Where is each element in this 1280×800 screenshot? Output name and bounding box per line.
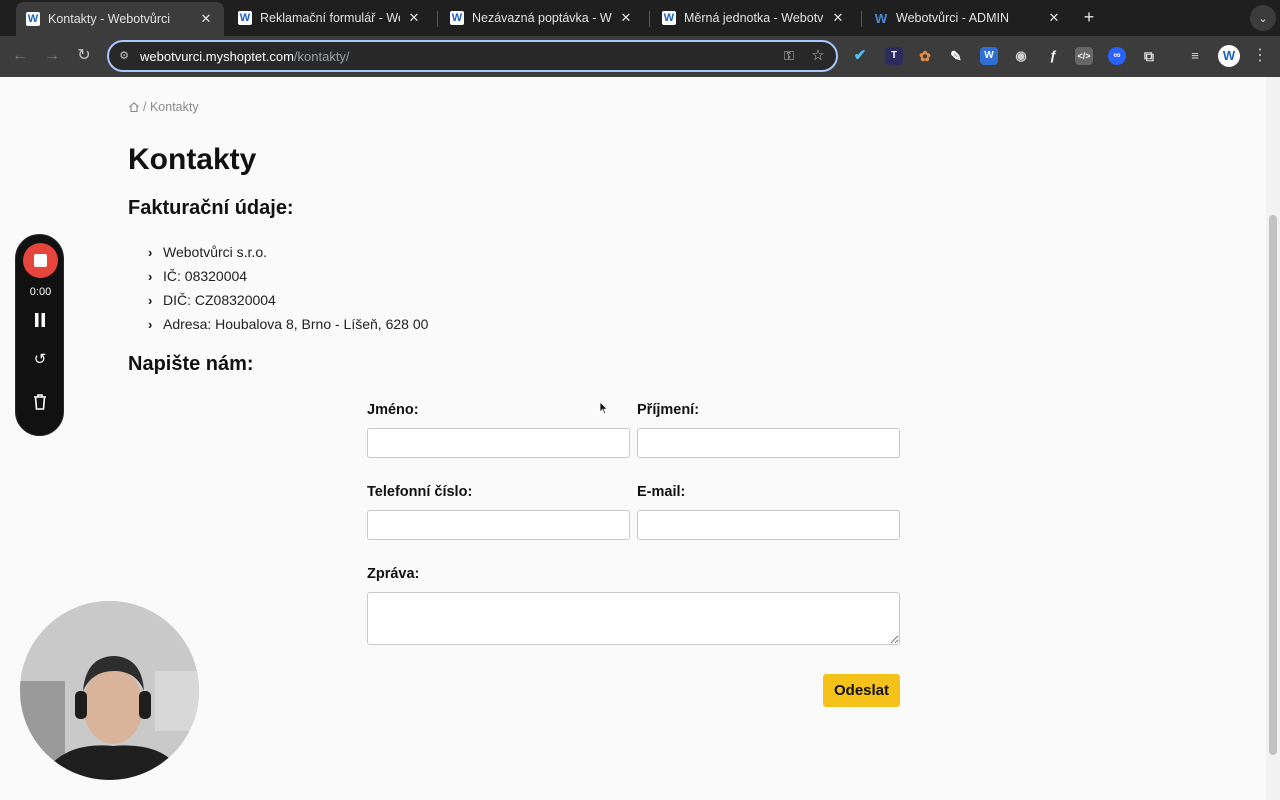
tab-nezavazna-poptavka[interactable]: W Nezávazná poptávka - Webotvůrci ✕ <box>440 4 644 32</box>
webotvurci-favicon-icon: W <box>450 11 464 25</box>
message-label: Zpráva: <box>367 566 420 582</box>
reload-icon[interactable]: ↻ <box>74 46 94 66</box>
breadcrumb-separator: / <box>143 100 150 114</box>
tab-title: Webotvůrci - ADMIN <box>896 11 1009 25</box>
first-name-label: Jméno: <box>367 402 419 418</box>
tab-title: Nezávazná poptávka - Webotvůrci <box>472 11 612 25</box>
close-tab-icon[interactable]: ✕ <box>618 10 634 26</box>
breadcrumb-current: Kontakty <box>149 100 199 114</box>
page-scrollbar[interactable] <box>1266 77 1280 800</box>
camera-extension-icon[interactable]: ◉ <box>1012 47 1030 65</box>
address-bar[interactable]: ⚙ webotvurci.myshoptet.com/kontakty/ ⚿ ☆ <box>107 40 838 72</box>
check-extension-icon[interactable]: ✔ <box>851 47 869 65</box>
pause-icon[interactable] <box>30 310 50 330</box>
forward-arrow-icon[interactable]: → <box>42 46 62 66</box>
back-arrow-icon[interactable]: ← <box>10 46 30 66</box>
restart-icon[interactable]: ↺ <box>30 350 50 370</box>
trash-icon[interactable] <box>30 392 50 412</box>
webotvurci-favicon-icon: W <box>238 11 252 25</box>
vpn-extension-icon[interactable]: ∞ <box>1108 47 1126 65</box>
tab-admin[interactable]: W Webotvůrci - ADMIN ✕ <box>864 4 1072 32</box>
tab-title: Kontakty - Webotvůrci <box>48 12 171 26</box>
list-item: › DIČ: CZ08320004 <box>148 292 276 308</box>
webotvurci-favicon-icon: W <box>874 10 888 26</box>
chevron-right-icon: › <box>148 292 153 308</box>
list-item: › Adresa: Houbalova 8, Brno - Líšeň, 628 … <box>148 316 429 332</box>
webotvurci-favicon-icon: W <box>662 11 676 25</box>
tab-search-chevron-icon[interactable]: ⌄ <box>1250 5 1276 31</box>
tab-merna-jednotka[interactable]: W Měrná jednotka - Webotvůrci ✕ <box>652 4 856 32</box>
phone-input[interactable] <box>367 510 630 540</box>
phone-label: Telefonní číslo: <box>367 484 473 500</box>
profile-avatar[interactable]: W <box>1218 45 1240 67</box>
billing-details-list: › Webotvůrci s.r.o. › IČ: 08320004 › DIČ: C… <box>148 240 428 336</box>
stop-icon <box>34 254 47 267</box>
url-text[interactable]: webotvurci.myshoptet.com/kontakty/ <box>140 49 350 64</box>
chevron-right-icon: › <box>148 316 153 332</box>
scrollbar-thumb[interactable] <box>1269 215 1277 755</box>
chevron-right-icon: › <box>148 244 153 260</box>
chevron-right-icon: › <box>148 268 153 284</box>
close-tab-icon[interactable]: ✕ <box>198 11 214 27</box>
formula-extension-icon[interactable]: ƒ <box>1044 47 1062 65</box>
tab-title: Měrná jednotka - Webotvůrci <box>684 11 824 25</box>
last-name-label: Příjmení: <box>637 402 700 418</box>
email-input[interactable] <box>637 510 900 540</box>
translate-extension-icon[interactable]: T <box>885 47 903 65</box>
email-label: E-mail: <box>637 484 686 500</box>
first-name-input[interactable] <box>367 428 630 458</box>
close-tab-icon[interactable]: ✕ <box>406 10 422 26</box>
close-tab-icon[interactable]: ✕ <box>1046 10 1062 26</box>
billing-heading: Fakturační údaje: <box>128 197 294 219</box>
tab-kontakty[interactable]: W Kontakty - Webotvůrci ✕ <box>16 2 224 36</box>
cookie-extension-icon[interactable]: ✿ <box>916 47 934 65</box>
eyedropper-extension-icon[interactable]: ✎ <box>947 47 965 65</box>
screen-recorder-panel: 0:00 ↺ <box>15 234 64 436</box>
home-icon[interactable] <box>128 101 140 113</box>
bookmark-star-icon[interactable]: ☆ <box>809 47 827 65</box>
list-item: › Webotvůrci s.r.o. <box>148 244 268 260</box>
submit-button[interactable]: Odeslat <box>823 674 900 707</box>
close-tab-icon[interactable]: ✕ <box>830 10 846 26</box>
webotvurci-favicon-icon: W <box>26 12 40 26</box>
tab-separator <box>437 11 438 27</box>
puzzle-extensions-icon[interactable]: ⧉ <box>1140 47 1158 65</box>
tab-title: Reklamační formulář - Webotvůrci <box>260 11 400 25</box>
browser-menu-icon[interactable]: ⋮ <box>1252 46 1268 66</box>
media-queue-icon[interactable]: ≡ <box>1186 47 1204 65</box>
contact-heading: Napište nám: <box>128 353 254 375</box>
last-name-input[interactable] <box>637 428 900 458</box>
list-item: › IČ: 08320004 <box>148 268 248 284</box>
page-title: Kontakty <box>128 143 257 176</box>
code-extension-icon[interactable]: </> <box>1075 47 1093 65</box>
tab-separator <box>649 11 650 27</box>
presenter-video-image <box>20 601 199 780</box>
stop-recording-button[interactable] <box>23 243 58 278</box>
tab-separator <box>861 11 862 27</box>
message-textarea[interactable] <box>367 592 900 645</box>
site-settings-icon[interactable]: ⚙ <box>117 49 131 63</box>
breadcrumb: / Kontakty <box>128 100 199 114</box>
mouse-cursor-icon <box>599 401 609 415</box>
new-tab-button[interactable]: + <box>1080 8 1098 26</box>
password-key-icon[interactable]: ⚿ <box>780 48 798 64</box>
recording-timer: 0:00 <box>29 286 52 298</box>
browser-tab-strip: W Kontakty - Webotvůrci ✕ W Reklamační f… <box>0 0 1280 36</box>
tab-reklamacni-formular[interactable]: W Reklamační formulář - Webotvůrci ✕ <box>228 4 432 32</box>
webcam-bubble[interactable] <box>20 601 199 780</box>
word-extension-icon[interactable]: W <box>980 47 998 65</box>
